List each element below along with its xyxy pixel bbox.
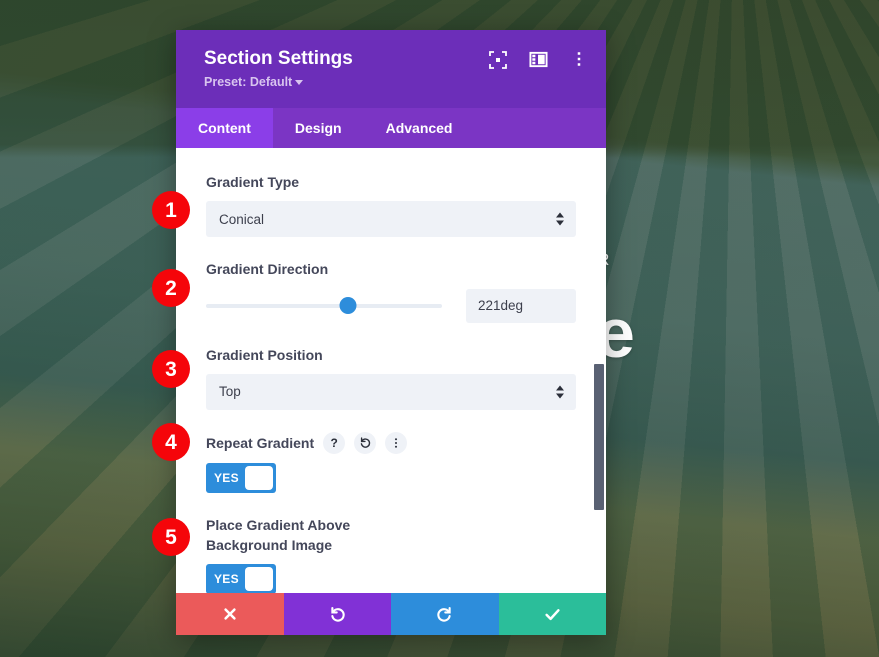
modal-footer bbox=[176, 593, 606, 635]
help-glyph: ? bbox=[330, 435, 338, 450]
gradient-type-value: Conical bbox=[219, 211, 265, 227]
slider-track bbox=[206, 303, 442, 308]
toggle-knob bbox=[244, 567, 273, 592]
callout-badge-1: 1 bbox=[152, 191, 190, 229]
section-settings-modal: Section Settings Preset: Default Content… bbox=[176, 30, 606, 635]
repeat-gradient-label: Repeat Gradient bbox=[206, 434, 315, 451]
gradient-direction-row: 221deg bbox=[206, 288, 576, 323]
gradient-position-label: Gradient Position bbox=[206, 346, 323, 363]
callout-badge-5: 5 bbox=[152, 518, 190, 556]
modal-scrollbar[interactable] bbox=[594, 364, 604, 510]
gradient-direction-label: Gradient Direction bbox=[206, 261, 329, 278]
toggle-knob bbox=[244, 465, 273, 490]
gradient-position-value: Top bbox=[219, 384, 241, 400]
chevron-down-icon bbox=[295, 80, 304, 85]
more-options-icon[interactable] bbox=[570, 50, 590, 70]
field-gradient-direction: Gradient Direction 221deg bbox=[206, 259, 576, 323]
gradient-type-select[interactable]: Conical bbox=[206, 201, 576, 238]
modal-header: Section Settings Preset: Default bbox=[176, 30, 606, 108]
gradient-direction-input[interactable]: 221deg bbox=[466, 288, 576, 323]
field-gradient-type: Gradient Type Conical bbox=[206, 172, 576, 238]
layout-icon[interactable] bbox=[529, 50, 549, 70]
modal-body: Gradient Type Conical Gradient Direction bbox=[176, 148, 606, 593]
expand-icon[interactable] bbox=[488, 50, 508, 70]
slider-thumb[interactable] bbox=[339, 297, 357, 315]
save-button[interactable] bbox=[498, 593, 606, 635]
field-repeat-gradient: Repeat Gradient ? YES bbox=[206, 431, 576, 493]
gradient-type-label: Gradient Type bbox=[206, 174, 300, 190]
page-root: HOME AWAY FR d & Bre 1 2 3 4 5 Section S… bbox=[0, 0, 879, 657]
modal-tabs: Content Design Advanced bbox=[176, 108, 606, 148]
field-gradient-position: Gradient Position Top bbox=[206, 345, 576, 410]
more-options-icon[interactable] bbox=[385, 431, 408, 454]
field-place-gradient-above: Place Gradient Above Background Image YE… bbox=[206, 515, 576, 593]
modal-header-icons bbox=[488, 50, 590, 70]
undo-button[interactable] bbox=[283, 593, 391, 635]
preset-selector[interactable]: Preset: Default bbox=[204, 75, 586, 89]
repeat-gradient-toggle[interactable]: YES bbox=[206, 462, 276, 493]
help-icon[interactable]: ? bbox=[323, 431, 346, 454]
repeat-gradient-toggle-label: YES bbox=[214, 470, 239, 485]
place-gradient-above-label: Place Gradient Above Background Image bbox=[206, 516, 351, 554]
preset-label: Preset: Default bbox=[204, 74, 293, 89]
gradient-direction-value: 221deg bbox=[478, 298, 524, 314]
tab-content[interactable]: Content bbox=[176, 108, 273, 148]
callout-badge-4: 4 bbox=[152, 423, 190, 461]
reset-icon[interactable] bbox=[354, 431, 377, 454]
tab-advanced[interactable]: Advanced bbox=[364, 108, 475, 148]
place-gradient-above-toggle[interactable]: YES bbox=[206, 564, 276, 593]
gradient-direction-slider[interactable] bbox=[206, 295, 442, 317]
callout-badge-2: 2 bbox=[152, 269, 190, 307]
select-arrows-icon bbox=[556, 385, 564, 399]
redo-button[interactable] bbox=[391, 593, 499, 635]
callout-badge-3: 3 bbox=[152, 350, 190, 388]
repeat-gradient-label-row: Repeat Gradient ? bbox=[206, 431, 576, 454]
select-arrows-icon bbox=[556, 212, 564, 226]
cancel-button[interactable] bbox=[176, 593, 284, 635]
gradient-position-select[interactable]: Top bbox=[206, 373, 576, 410]
place-gradient-above-toggle-label: YES bbox=[214, 572, 239, 587]
tab-design[interactable]: Design bbox=[273, 108, 364, 148]
